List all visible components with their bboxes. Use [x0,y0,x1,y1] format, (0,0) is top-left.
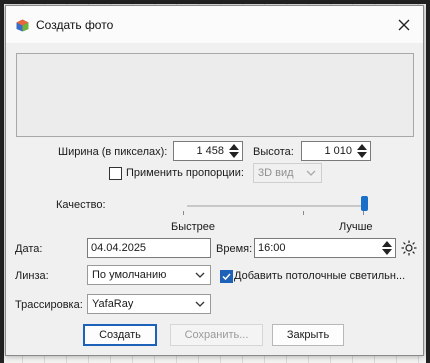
lens-value: По умолчанию [92,269,167,281]
lens-combo[interactable]: По умолчанию [87,265,211,285]
quality-slider-thumb[interactable] [361,196,368,211]
view-combo-value: 3D вид [258,167,294,179]
photo-preview [16,53,414,137]
ceiling-lights-checkbox[interactable] [220,270,233,283]
slider-tick [183,211,184,215]
width-label: Ширина (в пикселах): [58,146,168,158]
width-value: 1 458 [196,145,224,157]
quality-slider-track[interactable] [187,205,368,207]
time-label: Время: [216,243,253,255]
window-title: Создать фото [36,18,114,32]
plan-wall [426,0,430,363]
lens-label: Линза: [15,270,49,282]
quality-better-label: Лучше [339,221,373,233]
height-label: Высота: [253,146,294,158]
ceiling-lights-label: Добавить потолочные светильн... [234,270,406,282]
date-value: 04.04.2025 [91,242,147,254]
slider-tick [363,211,364,215]
sweet-home-3d-icon [16,19,29,32]
renderer-label: Трассировка: [15,299,83,311]
height-spinner[interactable]: 1 010 [301,141,371,161]
chevron-down-icon [195,301,205,307]
view-combo[interactable]: 3D вид [253,163,322,183]
time-field[interactable]: 16:00 [254,238,396,258]
keep-proportions-checkbox[interactable] [109,167,122,180]
checkmark-icon [222,273,231,281]
height-value: 1 010 [324,145,352,157]
time-value: 16:00 [258,242,286,254]
quality-faster-label: Быстрее [171,221,216,233]
renderer-combo[interactable]: YafaRay [87,294,211,314]
close-button[interactable]: Закрыть [272,324,344,346]
title-bar: Создать фото [6,6,423,43]
width-spinner[interactable]: 1 458 [173,141,243,161]
spinner-arrows-icon[interactable] [356,143,368,159]
plan-wall [0,0,430,4]
slider-tick [303,211,304,215]
date-label: Дата: [15,243,43,255]
quality-label: Качество: [56,199,106,211]
save-button[interactable]: Сохранить... [170,324,263,346]
chevron-down-icon [306,170,316,176]
plan-wall [0,0,4,363]
create-button[interactable]: Создать [83,324,157,346]
create-photo-dialog: Создать фото Ширина (в пикселах): 1 458 … [5,5,424,356]
chevron-down-icon [195,272,205,278]
date-field[interactable]: 04.04.2025 [87,238,211,258]
spinner-arrows-icon[interactable] [381,240,393,256]
sun-icon[interactable] [401,240,417,256]
renderer-value: YafaRay [92,298,134,310]
spinner-arrows-icon[interactable] [228,143,240,159]
keep-proportions-label: Применить пропорции: [126,167,244,179]
close-icon[interactable] [395,16,413,34]
